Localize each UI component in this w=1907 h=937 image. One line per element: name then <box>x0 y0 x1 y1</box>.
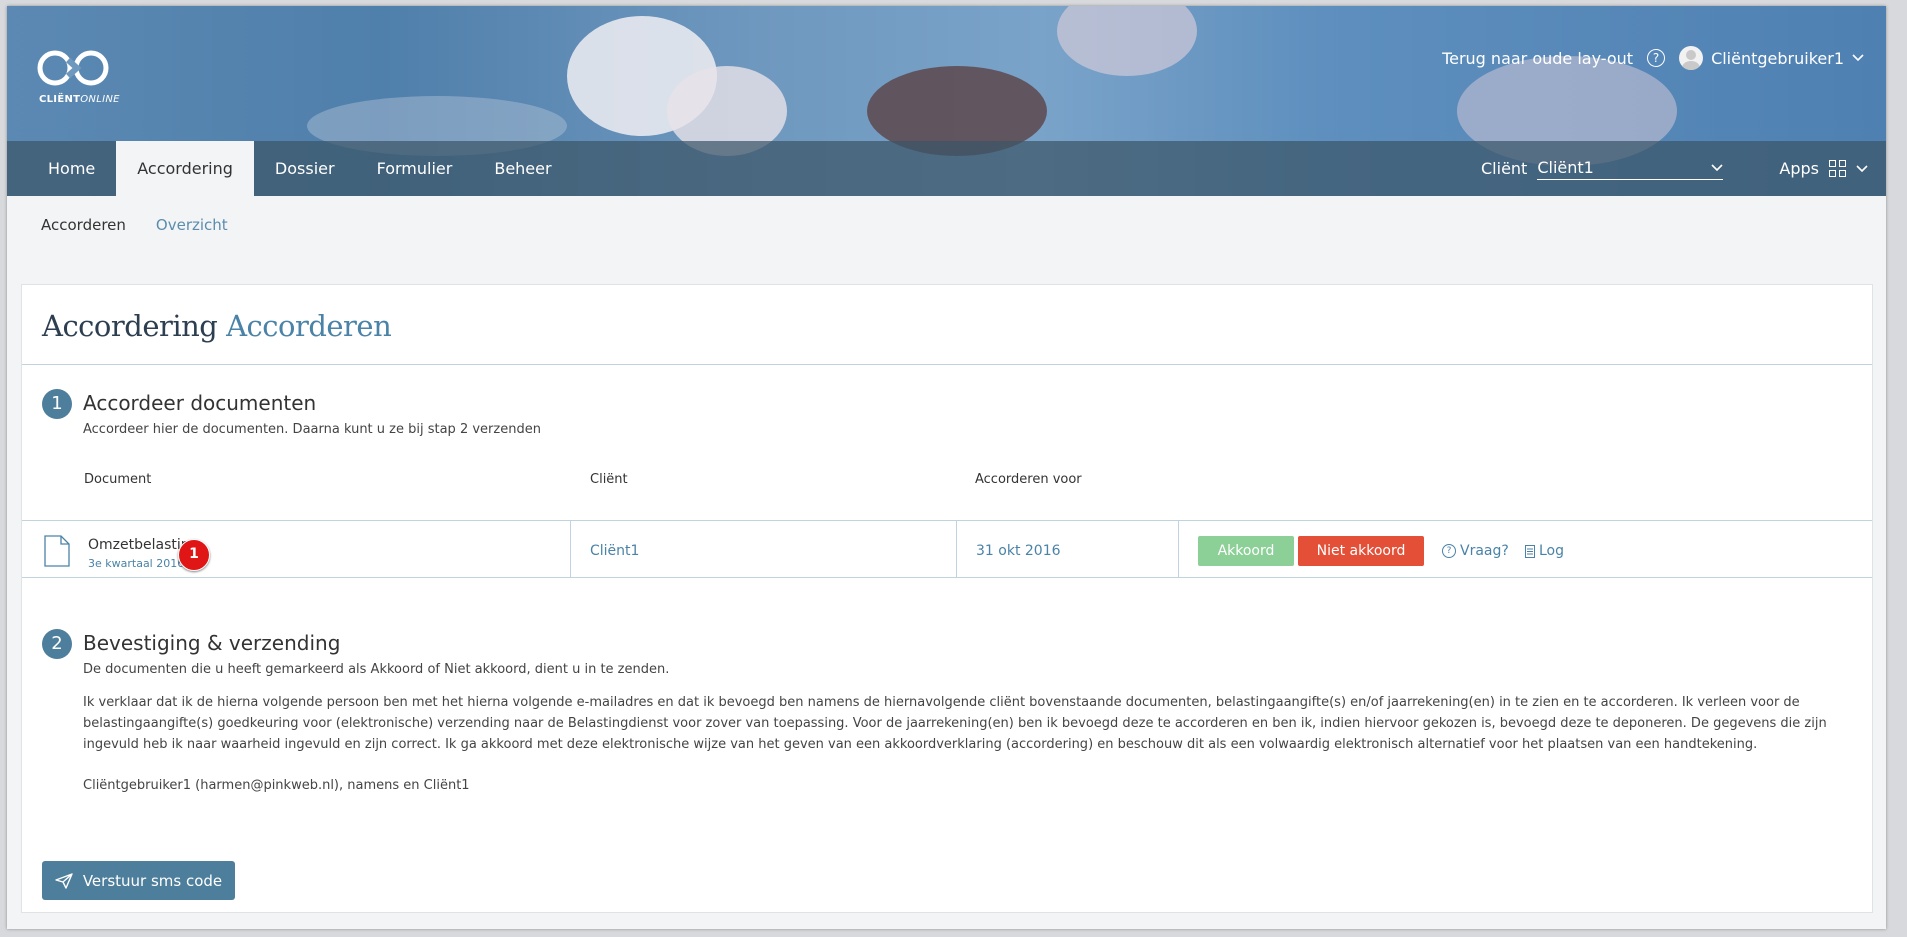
nav-item-beheer[interactable]: Beheer <box>473 141 572 196</box>
log-link[interactable]: Log <box>1525 543 1564 559</box>
paper-plane-icon <box>55 872 73 889</box>
reject-button[interactable]: Niet akkoord <box>1298 536 1424 566</box>
blossom-decoration <box>1057 6 1197 76</box>
nav-item-dossier[interactable]: Dossier <box>254 141 356 196</box>
question-label: Vraag? <box>1460 543 1509 559</box>
column-header-document: Document <box>84 472 152 487</box>
log-label: Log <box>1539 543 1565 559</box>
clientonline-logo[interactable] <box>35 46 115 92</box>
chevron-down-icon <box>1852 54 1864 62</box>
chevron-down-icon <box>1856 164 1868 172</box>
step-1-badge: 1 <box>42 389 72 419</box>
question-link[interactable]: ? Vraag? <box>1442 543 1509 559</box>
divider <box>22 364 1872 365</box>
step-2-subtitle: De documenten die u heeft gemarkeerd als… <box>83 662 670 677</box>
signer-text: Cliëntgebruiker1 (harmen@pinkweb.nl), na… <box>83 778 470 793</box>
column-header-deadline: Accorderen voor <box>975 472 1082 487</box>
table-row <box>22 521 1872 577</box>
logo-wordmark: CLIËNTONLINE <box>39 94 120 105</box>
step-1-title: Accordeer documenten <box>83 391 317 415</box>
send-sms-button[interactable]: Verstuur sms code <box>42 861 235 900</box>
nav-item-home[interactable]: Home <box>27 141 116 196</box>
old-layout-link[interactable]: Terug naar oude lay-out <box>1442 49 1633 68</box>
client-label: Cliënt <box>1481 159 1528 178</box>
chevron-down-icon <box>1711 163 1723 171</box>
table-border-bottom <box>22 577 1872 578</box>
avatar <box>1679 46 1704 70</box>
declaration-text: Ik verklaar dat ik de hierna volgende pe… <box>83 695 1827 752</box>
user-name: Cliëntgebruiker1 <box>1711 48 1844 68</box>
approve-button[interactable]: Akkoord <box>1198 536 1294 566</box>
apps-menu[interactable]: Apps <box>1779 141 1868 196</box>
page-title: Accordering Accorderen <box>42 309 392 343</box>
client-selector[interactable]: Cliënt Cliënt1 <box>1481 141 1724 196</box>
content-card: Accordering Accorderen 1 Accordeer docum… <box>21 284 1873 913</box>
cell-divider <box>570 521 571 577</box>
row-client-link[interactable]: Cliënt1 <box>590 543 639 559</box>
cell-divider <box>956 521 957 577</box>
client-select-value: Cliënt1 <box>1537 157 1594 177</box>
client-select[interactable]: Cliënt1 <box>1537 157 1724 180</box>
step-2-title: Bevestiging & verzending <box>83 631 341 655</box>
subnav-overzicht[interactable]: Overzicht <box>156 216 228 234</box>
nav-item-formulier[interactable]: Formulier <box>356 141 474 196</box>
help-icon[interactable]: ? <box>1647 49 1666 67</box>
column-header-client: Cliënt <box>590 472 628 487</box>
question-icon: ? <box>1442 544 1456 558</box>
app-window: CLIËNTONLINE Terug naar oude lay-out ? C… <box>7 6 1886 929</box>
row-deadline: 31 okt 2016 <box>976 543 1061 559</box>
document-icon <box>44 535 70 567</box>
document-period: 3e kwartaal 2016 <box>88 557 185 570</box>
header-banner: CLIËNTONLINE Terug naar oude lay-out ? C… <box>7 6 1886 196</box>
apps-label: Apps <box>1779 159 1819 178</box>
sub-navigation: Accorderen Overzicht <box>41 216 228 234</box>
notification-badge: 1 <box>178 539 210 571</box>
step-2-badge: 2 <box>42 629 72 659</box>
nav-item-accordering[interactable]: Accordering <box>116 141 254 196</box>
cell-divider <box>1178 521 1179 577</box>
step-1-subtitle: Accordeer hier de documenten. Daarna kun… <box>83 422 541 437</box>
log-icon <box>1525 544 1535 558</box>
main-nav: Home Accordering Dossier Formulier Beheer Cl… <box>7 141 1886 196</box>
subnav-accorderen[interactable]: Accorderen <box>41 216 126 234</box>
grid-icon <box>1829 160 1846 177</box>
send-sms-label: Verstuur sms code <box>82 871 223 890</box>
header-actions: Terug naar oude lay-out ? Cliëntgebruike… <box>1442 46 1864 70</box>
user-menu[interactable]: Cliëntgebruiker1 <box>1679 46 1864 70</box>
